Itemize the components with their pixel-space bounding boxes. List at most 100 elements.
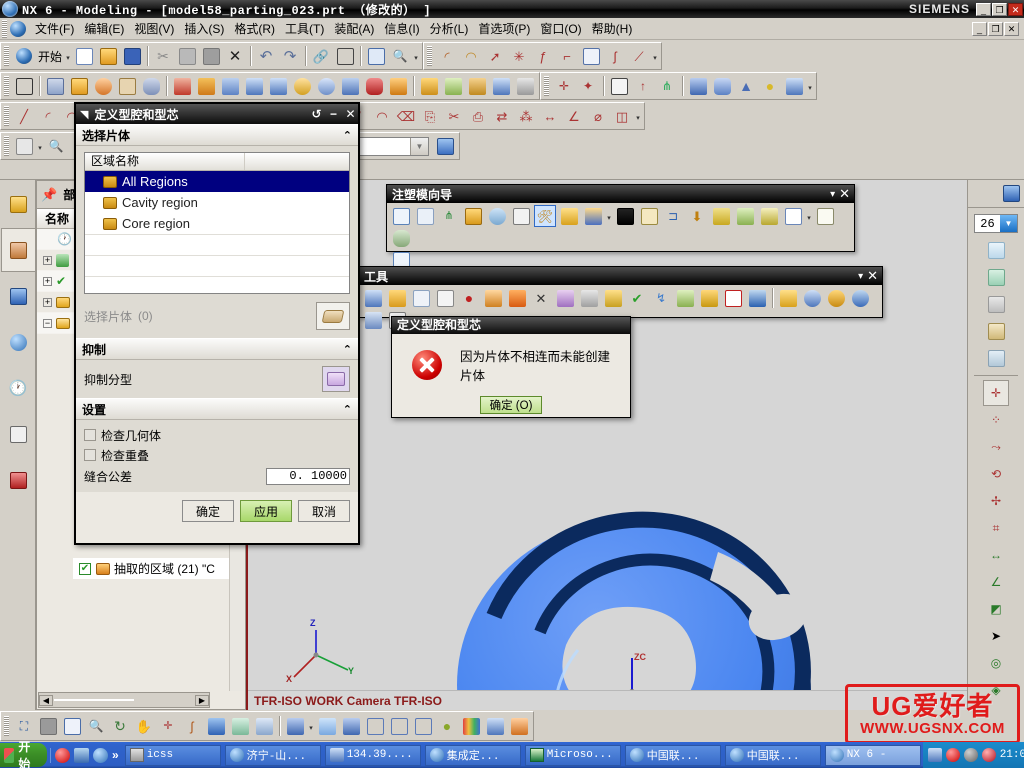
reverse-direction-icon[interactable]: ↯	[650, 287, 672, 309]
split-solid-icon[interactable]	[386, 287, 408, 309]
navigator-pin-icon[interactable]: 📌	[41, 187, 57, 203]
save-icon[interactable]	[121, 45, 143, 67]
mold-check-icon[interactable]	[849, 287, 871, 309]
layer-settings-icon[interactable]	[983, 237, 1009, 263]
edge-blend-icon[interactable]	[418, 75, 440, 97]
copy-to-layer-icon[interactable]	[983, 345, 1009, 371]
menu-edit[interactable]: 编辑(E)	[79, 18, 129, 39]
tools-dropdown-caret[interactable]: ▾	[858, 271, 863, 282]
sweep-icon[interactable]	[116, 75, 138, 97]
revolve-icon[interactable]	[92, 75, 114, 97]
view-section-icon[interactable]	[362, 309, 384, 331]
wcs-display-2-icon[interactable]: ⌗	[983, 515, 1009, 541]
tray-clock[interactable]: 21:01	[1000, 749, 1024, 761]
antivirus-icon[interactable]	[981, 748, 996, 762]
edge-patch-icon[interactable]	[434, 287, 456, 309]
toolbar-grip[interactable]	[4, 106, 9, 126]
mold-base-icon[interactable]	[582, 205, 604, 227]
ie-icon[interactable]	[93, 747, 109, 763]
open-file-icon[interactable]	[97, 45, 119, 67]
mold-trim-icon[interactable]	[734, 205, 756, 227]
mold-wizard-close-icon[interactable]: ✕	[839, 186, 850, 202]
runner-icon[interactable]	[710, 205, 732, 227]
dialog-minimize-button[interactable]: −	[326, 107, 341, 122]
scroll-right-arrow[interactable]: ▶	[195, 694, 209, 706]
line-2-icon[interactable]: ╱	[13, 105, 35, 127]
wcs-rotate-2-icon[interactable]: ⤳	[983, 434, 1009, 460]
dialog-close-button[interactable]: ✕	[343, 107, 358, 122]
move-to-layer-icon[interactable]	[983, 318, 1009, 344]
expand-icon[interactable]: +	[43, 297, 52, 307]
radial-dimension-icon[interactable]: ⌀	[587, 105, 609, 127]
primitive-dropdown-caret[interactable]: ▾	[806, 75, 814, 97]
view-manager-icon[interactable]	[390, 227, 412, 249]
toolbar-grip[interactable]	[4, 46, 9, 66]
region-list[interactable]: 区域名称 All Regions Cavity region Core regi…	[84, 152, 350, 294]
cancel-button[interactable]: 取消	[298, 500, 350, 522]
menu-view[interactable]: 视图(V)	[129, 18, 179, 39]
cavity-layout-icon[interactable]	[486, 205, 508, 227]
perspective-icon[interactable]: ʃ	[181, 715, 203, 737]
mdi-close-button[interactable]: ✕	[1004, 21, 1019, 36]
shield-icon[interactable]	[963, 748, 978, 762]
wireframe-icon[interactable]	[364, 715, 386, 737]
layer-category-icon[interactable]	[983, 291, 1009, 317]
draft-icon[interactable]	[339, 75, 361, 97]
region-list-row-cavity[interactable]: Cavity region	[85, 192, 349, 213]
drawing-icon[interactable]	[782, 205, 804, 227]
toolbar-grip[interactable]	[4, 716, 9, 736]
hole-icon[interactable]	[171, 75, 193, 97]
toolbar-grip[interactable]	[544, 76, 549, 96]
delete-patch-icon[interactable]: ✕	[530, 287, 552, 309]
shaded-with-edges-icon[interactable]	[284, 715, 306, 737]
enlarge-surface-icon[interactable]	[506, 287, 528, 309]
create-cavity-core-icon[interactable]	[698, 287, 720, 309]
synchronous-caret[interactable]: ▾	[634, 105, 642, 127]
start-menu-icon[interactable]	[13, 45, 35, 67]
groove-icon[interactable]	[291, 75, 313, 97]
toolbar-grip[interactable]	[427, 46, 433, 66]
undo-icon[interactable]: ↶	[255, 45, 277, 67]
find-icon[interactable]: 🔍	[389, 45, 411, 67]
error-ok-button[interactable]: 确定 (O)	[480, 396, 542, 414]
layer-visible-in-view-icon[interactable]	[983, 264, 1009, 290]
delete-face-icon[interactable]: ⌫	[395, 105, 417, 127]
thread-icon[interactable]	[315, 75, 337, 97]
copy-face-icon[interactable]: ⎘	[419, 105, 441, 127]
suppress-parting-button[interactable]	[322, 366, 350, 392]
work-layer-combobox[interactable]: 26 ▼	[974, 214, 1018, 233]
shell-icon[interactable]	[387, 75, 409, 97]
assembly-navigator-icon[interactable]	[1, 182, 35, 226]
pattern-face-icon[interactable]: ⁂	[515, 105, 537, 127]
trim-curve-icon[interactable]: ⌐	[556, 45, 578, 67]
transform-icon[interactable]	[334, 45, 356, 67]
linear-dimension-icon[interactable]: ↔	[539, 105, 561, 127]
workpiece-icon[interactable]	[462, 205, 484, 227]
check-overlap-checkbox[interactable]	[84, 449, 96, 461]
menu-tools[interactable]: 工具(T)	[280, 18, 329, 39]
cylinder-primitive-icon[interactable]	[711, 75, 733, 97]
mold-csys-icon[interactable]	[414, 205, 436, 227]
taskbar-item-microsoft[interactable]: Microso...	[524, 744, 621, 766]
menu-information[interactable]: 信息(I)	[379, 18, 424, 39]
mdi-restore-button[interactable]: ❐	[988, 21, 1003, 36]
expand-icon[interactable]: +	[43, 255, 52, 265]
rotate-view-icon[interactable]: ↻	[109, 715, 131, 737]
new-file-icon[interactable]	[73, 45, 95, 67]
taskbar-item-icss[interactable]: icss	[124, 744, 221, 766]
extend-sheet-icon[interactable]	[482, 287, 504, 309]
shrinkage-icon[interactable]: ⋔	[438, 205, 460, 227]
standard-part-icon[interactable]	[614, 205, 636, 227]
select-sheet-body-button[interactable]	[316, 302, 350, 330]
restore-view-icon[interactable]	[229, 715, 251, 737]
simple-interference-icon[interactable]: ◎	[983, 650, 1009, 676]
taskbar-item-jining[interactable]: 济宁-山...	[224, 744, 321, 766]
region-list-row-core[interactable]: Core region	[85, 213, 349, 234]
navigator-horizontal-scrollbar[interactable]: ◀ ▶	[38, 692, 210, 708]
copy-icon[interactable]	[176, 45, 198, 67]
mold-wizard-toolbar-title[interactable]: 注塑模向导 ▾ ✕	[387, 185, 854, 203]
selection-filter-caret[interactable]: ▼	[410, 137, 428, 155]
design-parting-surface-icon[interactable]	[602, 287, 624, 309]
find-dropdown-caret[interactable]: ▾	[412, 45, 420, 67]
apply-button[interactable]: 应用	[240, 500, 292, 522]
